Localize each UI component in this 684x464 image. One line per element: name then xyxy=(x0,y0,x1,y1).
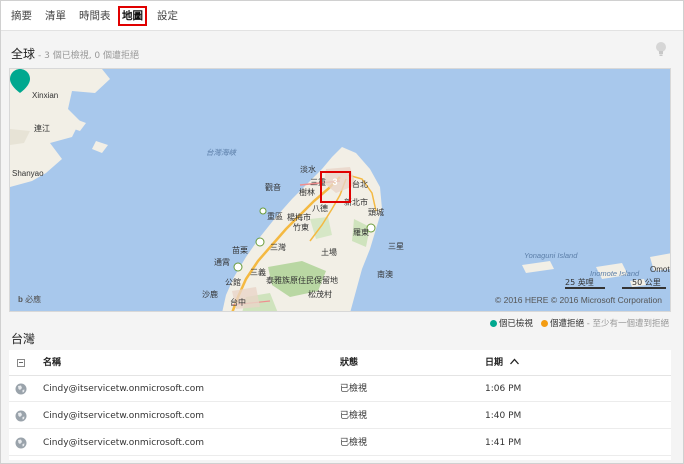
globe-icon xyxy=(15,383,27,395)
map-label-sanxing: 三星 xyxy=(388,242,404,251)
map-legend: 個已檢視 個遭拒絕 - 至少有一個遭到拒絕 xyxy=(489,317,669,329)
map-label-taichung: 台中 xyxy=(230,298,246,307)
tab-map[interactable]: 地圖 xyxy=(118,6,147,26)
row-status: 已檢視 xyxy=(340,411,368,421)
table-row[interactable]: Cindy@itservicetw.onmicrosoft.com 已檢視 1:… xyxy=(9,430,671,456)
map-label-nanao: 南澳 xyxy=(377,270,393,279)
map-label-tongluo: 通霄 xyxy=(214,258,230,267)
map-label-yonaguni: Yonaguni Island xyxy=(524,251,578,260)
globe-icon xyxy=(15,410,27,422)
table-row[interactable]: Cindy@itservicetw.onmicrosoft.com 已檢視 1:… xyxy=(9,376,671,402)
cluster-count: 3 xyxy=(332,177,338,187)
row-name: Cindy@itservicetw.onmicrosoft.com xyxy=(43,384,204,394)
map-label-gongguan: 公館 xyxy=(225,278,241,287)
rejected-dot-icon xyxy=(541,320,548,327)
scale-bar-miles xyxy=(565,287,605,289)
map-label-lianjiang: 連江 xyxy=(34,124,50,133)
marker-highlight xyxy=(320,171,351,203)
map-label-sanyi: 三義 xyxy=(250,268,266,277)
column-status[interactable]: 狀態 xyxy=(340,350,358,376)
map-label-taipei: 台北 xyxy=(352,180,368,189)
table-header: 名稱 狀態 日期 xyxy=(9,350,671,376)
row-status: 已檢視 xyxy=(340,384,368,394)
legend-rejected: 個遭拒絕 xyxy=(550,319,585,329)
lightbulb-icon[interactable] xyxy=(655,41,667,57)
map-label-sanwan: 三灣 xyxy=(270,243,286,252)
table-row[interactable]: Cindy@itservicetw.onmicrosoft.com 已檢視 1:… xyxy=(9,403,671,429)
bing-logo: b 必應 xyxy=(18,295,42,304)
map-label-songmao: 松茂村 xyxy=(308,290,332,299)
sort-ascending-icon xyxy=(510,358,520,365)
map-label-luodong: 羅東 xyxy=(353,228,369,237)
section-title-text: 全球 xyxy=(11,47,36,61)
map-label-shalu: 沙鹿 xyxy=(202,290,218,299)
map-label-shanyao: Shanyao xyxy=(12,169,44,178)
row-date: 1:06 PM xyxy=(485,384,522,394)
section-title: 全球 - 3 個已檢視, 0 個遭拒絕 xyxy=(11,45,139,62)
tab-list[interactable]: 清單 xyxy=(45,6,66,26)
app-window: 摘要 清單 時間表 地圖 設定 全球 - 3 個已檢視, 0 個遭拒絕 Xinx… xyxy=(0,0,684,464)
viewed-dot-icon xyxy=(489,320,497,327)
bing-icon: b xyxy=(18,295,23,304)
map-label-tamsui: 淡水 xyxy=(300,165,316,174)
tab-timeline[interactable]: 時間表 xyxy=(79,6,111,26)
row-date: 1:41 PM xyxy=(485,438,522,448)
map-copyright: © 2016 HERE © 2016 Microsoft Corporation xyxy=(494,295,662,305)
row-name: Cindy@itservicetw.onmicrosoft.com xyxy=(43,438,204,448)
map-label-strait: 台灣海峽 xyxy=(206,148,236,157)
column-date[interactable]: 日期 xyxy=(485,350,520,376)
map-label-bade: 八德 xyxy=(312,204,328,213)
map-label-shulin: 樹林 xyxy=(299,188,315,197)
column-name[interactable]: 名稱 xyxy=(43,350,61,376)
legend-hint: - 至少有一個遭到拒絕 xyxy=(586,319,669,329)
row-status: 已檢視 xyxy=(340,438,368,448)
row-date: 1:40 PM xyxy=(485,411,522,421)
region-title: 台灣 xyxy=(11,332,36,346)
legend-viewed: 個已檢視 xyxy=(498,319,533,329)
section-subtitle: - 3 個已檢視, 0 個遭拒絕 xyxy=(38,51,140,61)
map-label-zhudong: 竹東 xyxy=(293,223,309,232)
row-name: Cindy@itservicetw.onmicrosoft.com xyxy=(43,411,204,421)
map-label-xinxian: Xinxian xyxy=(32,91,59,100)
map-label-taiyaa: 泰雅族原住民保留地 xyxy=(266,276,338,285)
map-label-zhongli: 重區 xyxy=(267,212,283,221)
viewer-table: 名稱 狀態 日期 Cindy@itservicetw.onmicrosoft.c… xyxy=(9,350,671,460)
map-label-omoto: Omoto xyxy=(650,265,670,274)
map-pin-icon[interactable] xyxy=(10,69,30,93)
tab-bar: 摘要 清單 時間表 地圖 設定 xyxy=(1,1,683,31)
map-view[interactable]: Xinxian 連江 Shanyao 台灣海峽 淡水 台北 新北市 三重 觀音 … xyxy=(9,68,671,312)
map-label-tujia: 土場 xyxy=(321,248,337,257)
map-label-miaoli: 苗栗 xyxy=(232,246,248,255)
map-label-toucheng: 頭城 xyxy=(368,208,384,217)
globe-icon xyxy=(15,437,27,449)
map-label-guanyin: 觀音 xyxy=(265,183,281,192)
scale-bar-km xyxy=(622,287,666,289)
select-all-checkbox[interactable] xyxy=(13,350,27,376)
tab-summary[interactable]: 摘要 xyxy=(11,6,32,26)
tab-settings[interactable]: 設定 xyxy=(157,6,178,26)
